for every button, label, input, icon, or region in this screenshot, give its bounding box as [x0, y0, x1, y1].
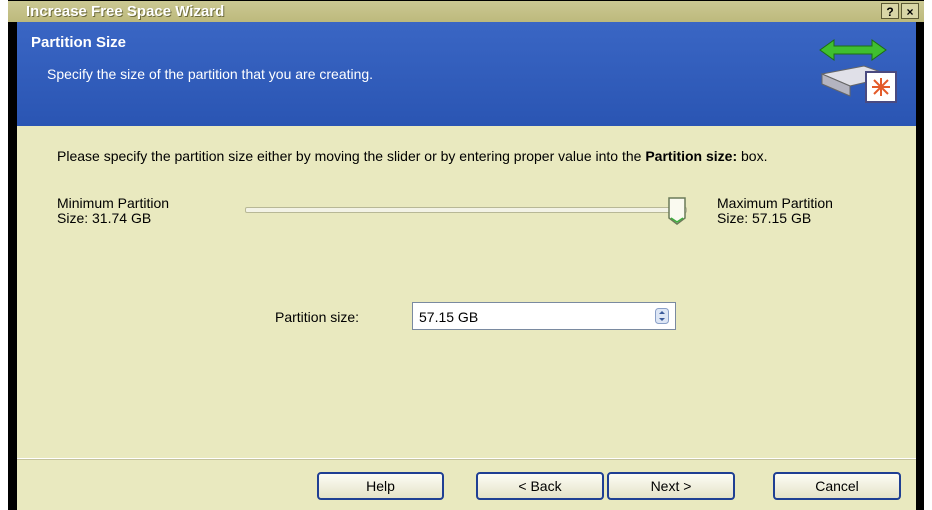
title-bar: Increase Free Space Wizard ? ×	[8, 0, 924, 22]
wizard-content: Please specify the partition size either…	[17, 126, 916, 458]
instruction-bold: Partition size:	[645, 148, 738, 164]
page-subtitle: Specify the size of the partition that y…	[47, 66, 374, 82]
maximum-partition-label-line2: Size: 57.15 GB	[717, 210, 812, 226]
back-button[interactable]: < Back	[476, 472, 604, 500]
partition-size-field[interactable]	[412, 302, 676, 331]
cancel-button[interactable]: Cancel	[773, 472, 901, 500]
partition-resize-icon	[819, 39, 897, 103]
wizard-footer: Help < Back Next > Cancel	[17, 458, 916, 510]
help-button[interactable]: Help	[317, 472, 444, 500]
maximum-partition-label-line1: Maximum Partition	[717, 195, 833, 211]
next-button[interactable]: Next >	[607, 472, 735, 500]
window-title: Increase Free Space Wizard	[26, 3, 225, 20]
page-title: Partition Size	[31, 34, 127, 51]
maximum-partition-label: Maximum Partition Size: 57.15 GB	[717, 196, 833, 226]
instruction-prefix: Please specify the partition size either…	[57, 148, 646, 164]
spin-stepper-icon[interactable]	[655, 308, 669, 324]
footer-divider	[17, 459, 916, 460]
minimum-partition-label-line1: Minimum Partition	[57, 195, 170, 211]
instruction-text: Please specify the partition size either…	[57, 148, 877, 164]
partition-size-input[interactable]	[413, 303, 645, 331]
instruction-suffix: box.	[737, 148, 768, 164]
minimum-partition-label-line2: Size: 31.74 GB	[57, 210, 152, 226]
help-title-button[interactable]: ?	[881, 3, 899, 19]
partition-size-label: Partition size:	[275, 309, 360, 325]
partition-slider-track[interactable]	[245, 207, 687, 213]
wizard-header: Partition Size Specify the size of the p…	[17, 22, 916, 126]
close-button[interactable]: ×	[901, 3, 919, 19]
partition-slider-thumb[interactable]	[667, 196, 687, 226]
minimum-partition-label: Minimum Partition Size: 31.74 GB	[57, 196, 169, 226]
